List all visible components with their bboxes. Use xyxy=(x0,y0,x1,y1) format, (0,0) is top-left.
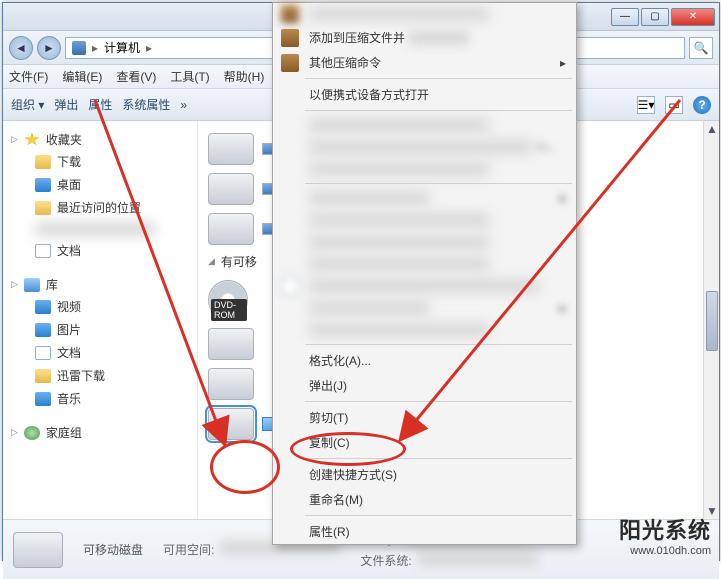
scroll-down-arrow[interactable]: ▼ xyxy=(704,503,720,519)
sidebar-head-homegroup[interactable]: 家庭组 xyxy=(7,422,193,443)
preview-pane-button[interactable]: ▭ xyxy=(665,96,683,114)
eject-button[interactable]: 弹出 xyxy=(54,96,78,113)
removable-icon xyxy=(208,408,254,440)
ctx-item-format[interactable]: 格式化(A)... xyxy=(273,348,576,373)
homegroup-icon xyxy=(24,426,40,440)
menu-view[interactable]: 查看(V) xyxy=(116,68,156,85)
scrollbar-vertical[interactable]: ▲ ▼ xyxy=(703,121,719,519)
ctx-item-hidden[interactable] xyxy=(273,158,576,180)
toolbar-overflow[interactable]: » xyxy=(180,98,187,112)
folder-icon xyxy=(35,155,51,169)
folder-icon xyxy=(35,369,51,383)
ctx-item-hidden[interactable] xyxy=(273,275,576,297)
organize-button[interactable]: 组织 ▾ xyxy=(11,96,44,113)
sidebar-item-music[interactable]: 音乐 xyxy=(7,387,193,410)
ctx-item-properties[interactable]: 属性(R) xyxy=(273,519,576,544)
status-drive-type: 可移动磁盘 xyxy=(83,541,143,558)
ctx-item-hidden[interactable] xyxy=(273,209,576,231)
ctx-item-hidden[interactable] xyxy=(273,3,576,25)
menu-tool[interactable]: 工具(T) xyxy=(170,68,209,85)
nav-fwd-button[interactable]: ► xyxy=(37,36,61,60)
ctx-separator xyxy=(305,458,572,459)
package-icon xyxy=(281,5,299,23)
status-fs-label: 文件系统: xyxy=(360,552,411,569)
sidebar-item-desktop[interactable]: 桌面 xyxy=(7,173,193,196)
menu-help[interactable]: 帮助(H) xyxy=(224,68,265,85)
ctx-item-hidden[interactable] xyxy=(273,231,576,253)
ctx-item-shortcut[interactable]: 创建快捷方式(S) xyxy=(273,462,576,487)
context-menu: 添加到压缩文件并 其他压缩命令 以便携式设备方式打开 A)... 格式化(A).… xyxy=(272,2,577,545)
system-properties-button[interactable]: 系统属性 xyxy=(122,96,170,113)
menu-edit[interactable]: 编辑(E) xyxy=(62,68,102,85)
hdd-icon xyxy=(208,173,254,205)
chevron-right-icon: ▸ xyxy=(146,41,152,55)
document-icon xyxy=(281,277,299,295)
address-segment[interactable]: 计算机 xyxy=(104,39,140,56)
document-icon xyxy=(35,346,51,360)
ctx-separator xyxy=(305,344,572,345)
ctx-item-add-compress[interactable]: 添加到压缩文件并 xyxy=(273,25,576,50)
removable-icon xyxy=(208,328,254,360)
ctx-separator xyxy=(305,515,572,516)
nav-sidebar: 收藏夹 下载 桌面 最近访问的位置 文档 库 视频 图片 文档 迅雷下载 音乐 … xyxy=(3,121,198,519)
view-mode-button[interactable]: ☰▾ xyxy=(637,96,655,114)
sidebar-item-hidden[interactable] xyxy=(7,219,193,239)
removable-icon xyxy=(208,368,254,400)
ctx-item-hidden[interactable] xyxy=(273,253,576,275)
maximize-button[interactable]: ▢ xyxy=(641,8,669,26)
scroll-thumb[interactable] xyxy=(706,291,718,351)
sidebar-item-documents[interactable]: 文档 xyxy=(7,341,193,364)
ctx-item-other-compress[interactable]: 其他压缩命令 xyxy=(273,50,576,75)
help-icon[interactable]: ? xyxy=(693,96,711,114)
scroll-up-arrow[interactable]: ▲ xyxy=(704,121,720,137)
sidebar-item-downloads[interactable]: 下载 xyxy=(7,150,193,173)
package-icon xyxy=(281,54,299,72)
video-icon xyxy=(35,300,51,314)
ctx-item-rename[interactable]: 重命名(M) xyxy=(273,487,576,512)
sidebar-item-videos[interactable]: 视频 xyxy=(7,295,193,318)
sidebar-item-documents[interactable]: 文档 xyxy=(7,239,193,262)
ctx-item-hidden[interactable] xyxy=(273,187,576,209)
ctx-separator xyxy=(305,401,572,402)
sidebar-item-recent[interactable]: 最近访问的位置 xyxy=(7,196,193,219)
music-icon xyxy=(35,392,51,406)
ctx-item-eject[interactable]: 弹出(J) xyxy=(273,373,576,398)
ctx-item-copy[interactable]: 复制(C) xyxy=(273,430,576,455)
ctx-item-hidden[interactable] xyxy=(273,114,576,136)
ctx-item-hidden[interactable] xyxy=(273,319,576,341)
computer-icon xyxy=(72,41,86,55)
status-free-label: 可用空间: xyxy=(163,541,214,558)
sidebar-head-favorites[interactable]: 收藏夹 xyxy=(7,129,193,150)
sidebar-item-thunder[interactable]: 迅雷下载 xyxy=(7,364,193,387)
status-info: 可移动磁盘 xyxy=(83,541,143,558)
dvd-icon: DVD-ROM xyxy=(208,280,248,320)
picture-icon xyxy=(35,323,51,337)
close-button[interactable]: ✕ xyxy=(671,8,715,26)
ctx-item-hidden[interactable] xyxy=(273,297,576,319)
blur-value xyxy=(418,552,538,566)
ctx-separator xyxy=(305,78,572,79)
nav-back-button[interactable]: ◄ xyxy=(9,36,33,60)
desktop-icon xyxy=(35,178,51,192)
status-drive-icon xyxy=(13,532,63,568)
document-icon xyxy=(35,244,51,258)
hdd-icon xyxy=(208,133,254,165)
ctx-item-portable[interactable]: 以便携式设备方式打开 xyxy=(273,82,576,107)
search-button[interactable]: 🔍 xyxy=(689,37,713,59)
hdd-icon xyxy=(208,213,254,245)
star-icon xyxy=(24,133,40,147)
minimize-button[interactable]: — xyxy=(611,8,639,26)
ctx-item-hidden[interactable]: A)... xyxy=(273,136,576,158)
recent-icon xyxy=(35,201,51,215)
menu-file[interactable]: 文件(F) xyxy=(9,68,48,85)
sidebar-head-libraries[interactable]: 库 xyxy=(7,274,193,295)
ctx-separator xyxy=(305,110,572,111)
library-icon xyxy=(24,278,40,292)
ctx-item-cut[interactable]: 剪切(T) xyxy=(273,405,576,430)
chevron-right-icon: ▸ xyxy=(92,41,98,55)
ctx-separator xyxy=(305,183,572,184)
properties-button[interactable]: 属性 xyxy=(88,96,112,113)
sidebar-item-pictures[interactable]: 图片 xyxy=(7,318,193,341)
package-icon xyxy=(281,29,299,47)
